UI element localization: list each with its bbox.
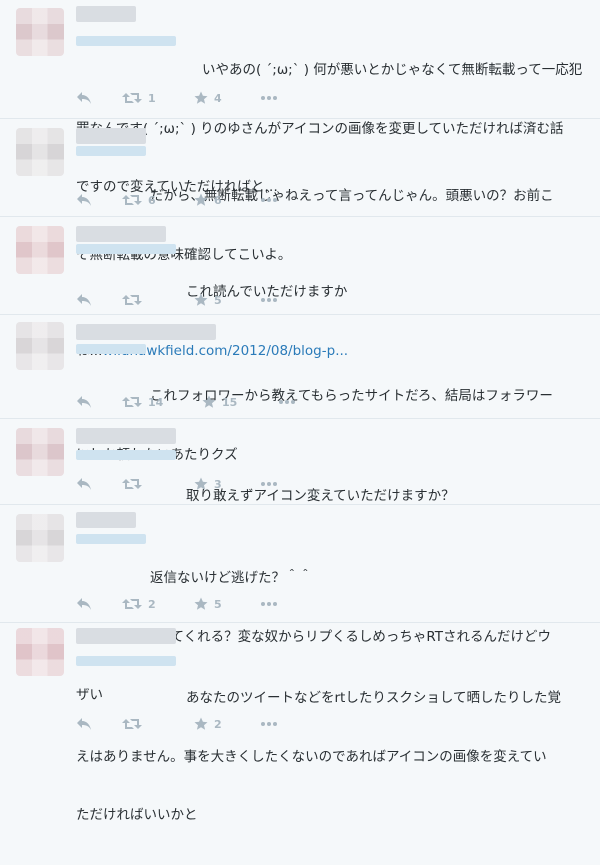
retweet-icon (122, 479, 142, 489)
like-count: 3 (214, 477, 222, 491)
reply-icon (77, 294, 91, 306)
retweet-button[interactable]: 14 (122, 395, 202, 409)
more-button[interactable] (260, 721, 278, 727)
tweet-actions: 6 6 (76, 192, 278, 208)
like-button[interactable]: 3 (194, 477, 260, 491)
user-header-blurred (76, 324, 276, 354)
retweet-icon (122, 719, 142, 729)
user-header-blurred (76, 512, 196, 544)
more-icon (279, 400, 295, 404)
tweet-1[interactable]: いやあの( ´;ω;` ) 何が悪いとかじゃなくて無断転載って一応犯 罪なんです… (0, 0, 600, 195)
more-icon (261, 482, 277, 486)
tweet-actions: 3 (76, 476, 278, 492)
retweet-button[interactable] (122, 293, 194, 307)
tweet-actions: 2 (76, 716, 278, 732)
reply-icon (77, 598, 91, 610)
reply-icon (77, 478, 91, 490)
user-header-blurred (76, 128, 196, 156)
like-count: 4 (214, 91, 222, 105)
reply-icon (77, 194, 91, 206)
like-button[interactable]: 5 (194, 597, 260, 611)
star-icon (194, 193, 208, 206)
reply-icon (77, 718, 91, 730)
avatar[interactable] (16, 322, 64, 370)
retweet-icon (122, 93, 142, 103)
avatar[interactable] (16, 128, 64, 176)
like-button[interactable]: 15 (202, 395, 278, 409)
retweet-icon (122, 295, 142, 305)
retweet-icon (122, 195, 142, 205)
like-button[interactable]: 4 (194, 91, 260, 105)
more-button[interactable] (260, 297, 278, 303)
retweet-button[interactable]: 6 (122, 193, 194, 207)
tweet-2[interactable]: だから、無断転載じゃねえって言ってんじゃん。頭悪いの？お前こ そ無断転載の意味確… (0, 118, 600, 263)
avatar[interactable] (16, 514, 64, 562)
avatar[interactable] (16, 226, 64, 274)
reply-button[interactable] (76, 597, 122, 611)
tweet-text: あなたのツイートなどをrtしたりスクショして晒したりした覚 えはありません。事を… (76, 690, 561, 823)
retweet-count: 14 (148, 395, 164, 409)
reply-button[interactable] (76, 293, 122, 307)
tweet-actions: 2 5 (76, 596, 278, 612)
retweet-count: 6 (148, 193, 156, 207)
more-icon (261, 96, 277, 100)
reply-icon (77, 396, 91, 408)
retweet-button[interactable] (122, 717, 194, 731)
tweet-actions: 1 4 (76, 90, 278, 106)
reply-button[interactable] (76, 91, 122, 105)
retweet-button[interactable]: 2 (122, 597, 194, 611)
tweet-3[interactable]: これ読んでいただけますか ね...wildhawkfield.com/2012/… (0, 216, 600, 359)
user-header-blurred (76, 6, 196, 46)
more-icon (261, 198, 277, 202)
more-icon (261, 298, 277, 302)
reply-icon (77, 92, 91, 104)
more-icon (261, 602, 277, 606)
tweet-4[interactable]: これフォロワーから教えてもらったサイトだろ、結局はフォラワー にしか頼れないあた… (0, 314, 600, 463)
user-header-blurred (76, 628, 196, 666)
tweet-6[interactable]: 返信ないけど逃げた？＾＾ あと晒すのやめてくれる？変な奴からリプくるしめっちゃR… (0, 504, 600, 703)
like-button[interactable]: 2 (194, 717, 260, 731)
star-icon (194, 293, 208, 306)
retweet-count: 1 (148, 91, 156, 105)
more-button[interactable] (260, 95, 278, 101)
star-icon (194, 717, 208, 730)
tweet-7[interactable]: あなたのツイートなどをrtしたりスクショして晒したりした覚 えはありません。事を… (0, 622, 600, 823)
tweet-actions: 5 (76, 292, 278, 308)
retweet-icon (122, 599, 142, 609)
like-count: 15 (222, 395, 238, 409)
reply-button[interactable] (76, 717, 122, 731)
more-button[interactable] (260, 197, 278, 203)
star-icon (194, 477, 208, 490)
retweet-button[interactable] (122, 477, 194, 491)
retweet-count: 2 (148, 597, 156, 611)
user-header-blurred (76, 226, 196, 254)
star-icon (194, 597, 208, 610)
more-button[interactable] (278, 399, 296, 405)
more-button[interactable] (260, 601, 278, 607)
star-icon (194, 91, 208, 104)
like-count: 5 (214, 597, 222, 611)
like-button[interactable]: 6 (194, 193, 260, 207)
reply-button[interactable] (76, 477, 122, 491)
avatar[interactable] (16, 8, 64, 56)
user-header-blurred (76, 428, 196, 460)
avatar[interactable] (16, 628, 64, 676)
reply-button[interactable] (76, 193, 122, 207)
more-button[interactable] (260, 481, 278, 487)
like-button[interactable]: 5 (194, 293, 260, 307)
tweet-actions: 14 15 (76, 394, 296, 410)
reply-button[interactable] (76, 395, 122, 409)
retweet-button[interactable]: 1 (122, 91, 194, 105)
avatar[interactable] (16, 428, 64, 476)
star-icon (202, 395, 216, 408)
tweet-5[interactable]: 取り敢えずアイコン変えていただけますか？ 3 (0, 418, 600, 505)
retweet-icon (122, 397, 142, 407)
more-icon (261, 722, 277, 726)
like-count: 6 (214, 193, 222, 207)
like-count: 2 (214, 717, 222, 731)
like-count: 5 (214, 293, 222, 307)
